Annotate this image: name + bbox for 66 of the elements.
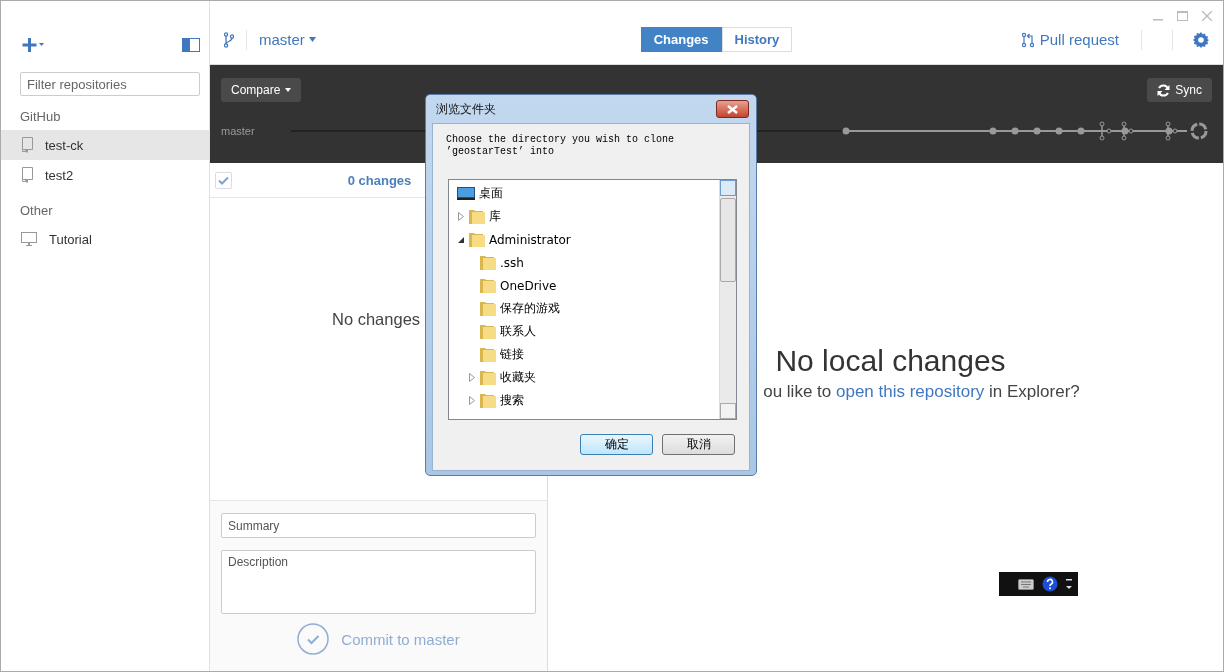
book-icon [21, 137, 33, 153]
folder-icon [480, 278, 496, 293]
tree-item[interactable]: 联系人 [500, 323, 536, 340]
empty-state-title: No local changes [775, 344, 1006, 378]
branch-selector[interactable]: master [259, 31, 316, 48]
dialog-button[interactable]: 取消 [662, 434, 735, 455]
group-heading: Other [19, 202, 54, 220]
tree-item[interactable]: 保存的游戏 [500, 300, 560, 317]
tree-item[interactable]: 链接 [500, 346, 524, 363]
changes-count: 0 changes [346, 172, 413, 188]
repository-item[interactable]: Tutorial [1, 224, 209, 254]
expand-arrow-icon[interactable] [469, 396, 476, 405]
tree-item[interactable]: Administrator [489, 232, 571, 247]
folder-icon [480, 393, 496, 408]
open-prompt: ou like to open this repository in Explorer? [763, 382, 1080, 402]
sync-button[interactable]: Sync [1147, 78, 1212, 102]
group-heading: GitHub [19, 108, 62, 126]
caret-icon [285, 88, 292, 92]
folder-icon [469, 232, 485, 247]
branch-icon [224, 31, 234, 48]
settings-icon[interactable] [1193, 31, 1209, 48]
monitor-icon [21, 232, 37, 246]
expand-arrow-icon[interactable] [458, 212, 465, 221]
collapse-arrow-icon[interactable] [458, 235, 465, 244]
scrollbar[interactable] [719, 180, 736, 419]
panel-toggle-icon[interactable] [182, 38, 200, 52]
empty-message: No changes [332, 309, 421, 329]
select-all-checkbox[interactable] [215, 171, 232, 189]
close-button[interactable] [716, 100, 749, 118]
filter-field[interactable]: Filter repositories [20, 72, 200, 96]
compare-button[interactable]: Compare [221, 78, 302, 102]
check-circle-icon [297, 623, 330, 655]
tree-item[interactable]: 桌面 [479, 185, 503, 202]
tree-item[interactable]: 搜索 [500, 392, 524, 409]
sync-icon [1157, 83, 1171, 97]
folder-icon [480, 347, 496, 362]
menu-caret-icon[interactable] [1066, 578, 1072, 590]
dialog-title: 浏览文件夹 [436, 100, 496, 118]
folder-icon [480, 324, 496, 339]
folder-icon [469, 209, 485, 224]
expand-arrow-icon[interactable] [469, 373, 476, 382]
branch-label: master [221, 125, 256, 137]
check-icon [218, 175, 229, 185]
folder-icon [480, 255, 496, 270]
repository-item[interactable]: test-ck [1, 130, 209, 160]
tree-item[interactable]: 收藏夹 [500, 369, 536, 386]
add-icon[interactable] [22, 38, 44, 52]
help-icon[interactable] [1042, 576, 1058, 592]
open-repository-link[interactable]: open this repository [835, 382, 985, 401]
tab[interactable]: Changes [640, 27, 722, 52]
dialog-message: Choose the directory you wish to clone ’geostarTest’ into [445, 133, 676, 159]
book-icon [21, 167, 33, 183]
tree-item[interactable]: .ssh [500, 255, 524, 270]
close-icon [727, 104, 738, 114]
tree-item[interactable]: 库 [489, 208, 501, 225]
keyboard-icon[interactable] [1018, 578, 1034, 590]
repository-item[interactable]: test2 [1, 160, 209, 190]
pull-request-icon [1021, 31, 1034, 48]
folder-icon [480, 301, 496, 316]
caret-icon [308, 37, 316, 42]
pull-request-button[interactable]: Pull request [1021, 31, 1119, 48]
tab[interactable]: History [721, 27, 793, 52]
tree-item[interactable]: OneDrive [500, 278, 557, 293]
desktop-icon [457, 187, 475, 200]
folder-icon [480, 370, 496, 385]
dialog-button[interactable]: 确定 [580, 434, 653, 455]
